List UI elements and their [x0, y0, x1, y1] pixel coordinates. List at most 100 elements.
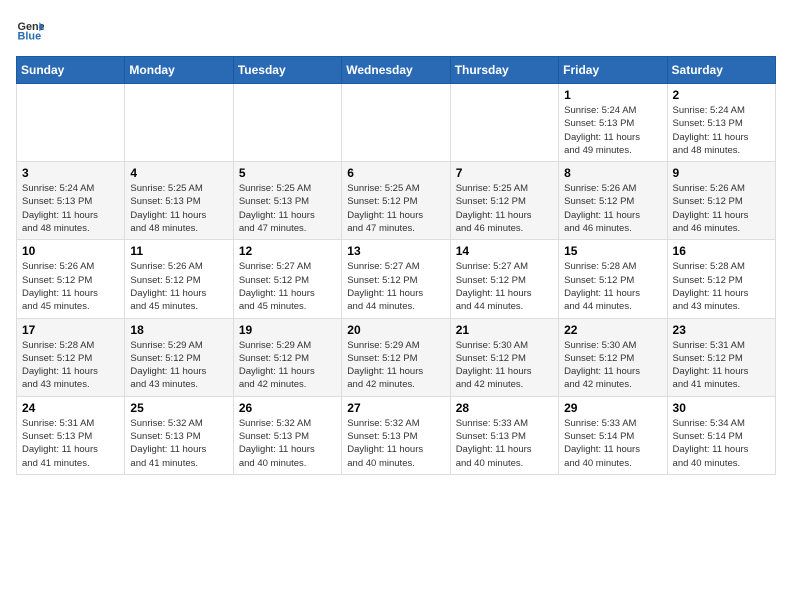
- day-info: Sunrise: 5:25 AMSunset: 5:13 PMDaylight:…: [130, 182, 227, 235]
- calendar-cell: 28Sunrise: 5:33 AMSunset: 5:13 PMDayligh…: [450, 396, 558, 474]
- weekday-header-monday: Monday: [125, 57, 233, 84]
- day-number: 16: [673, 244, 770, 258]
- calendar-cell: 5 Sunrise: 5:25 AMSunset: 5:13 PMDaylight…: [233, 162, 341, 240]
- day-number: 4: [130, 166, 227, 180]
- day-number: 6: [347, 166, 444, 180]
- day-info: Sunrise: 5:26 AMSunset: 5:12 PMDaylight:…: [22, 260, 119, 313]
- day-info: Sunrise: 5:27 AMSunset: 5:12 PMDaylight:…: [456, 260, 553, 313]
- calendar-cell: 22 Sunrise: 5:30 AMSunset: 5:12 PMDayligh…: [559, 318, 667, 396]
- calendar-cell: 24 Sunrise: 5:31 AMSunset: 5:13 PMDayligh…: [17, 396, 125, 474]
- calendar-cell: 27 Sunrise: 5:32 AMSunset: 5:13 PMDayligh…: [342, 396, 450, 474]
- calendar-cell: 21 Sunrise: 5:30 AMSunset: 5:12 PMDayligh…: [450, 318, 558, 396]
- calendar-week-row: 17 Sunrise: 5:28 AMSunset: 5:12 PMDayligh…: [17, 318, 776, 396]
- day-number: 8: [564, 166, 661, 180]
- day-info: Sunrise: 5:25 AMSunset: 5:12 PMDaylight:…: [456, 182, 553, 235]
- calendar-cell: 15 Sunrise: 5:28 AMSunset: 5:12 PMDayligh…: [559, 240, 667, 318]
- calendar-cell: [125, 84, 233, 162]
- logo-icon: General Blue: [16, 16, 44, 44]
- weekday-header-thursday: Thursday: [450, 57, 558, 84]
- day-info: Sunrise: 5:33 AMSunset: 5:13 PMDaylight:…: [456, 417, 553, 470]
- day-number: 15: [564, 244, 661, 258]
- calendar-cell: 7 Sunrise: 5:25 AMSunset: 5:12 PMDaylight…: [450, 162, 558, 240]
- day-info: Sunrise: 5:32 AMSunset: 5:13 PMDaylight:…: [130, 417, 227, 470]
- day-info: Sunrise: 5:32 AMSunset: 5:13 PMDaylight:…: [347, 417, 444, 470]
- day-info: Sunrise: 5:30 AMSunset: 5:12 PMDaylight:…: [456, 339, 553, 392]
- weekday-header-sunday: Sunday: [17, 57, 125, 84]
- day-info: Sunrise: 5:30 AMSunset: 5:12 PMDaylight:…: [564, 339, 661, 392]
- calendar-cell: 17 Sunrise: 5:28 AMSunset: 5:12 PMDayligh…: [17, 318, 125, 396]
- day-number: 30: [673, 401, 770, 415]
- calendar-cell: [17, 84, 125, 162]
- calendar-cell: 29Sunrise: 5:33 AMSunset: 5:14 PMDayligh…: [559, 396, 667, 474]
- day-info: Sunrise: 5:25 AMSunset: 5:13 PMDaylight:…: [239, 182, 336, 235]
- calendar-cell: 3Sunrise: 5:24 AMSunset: 5:13 PMDaylight…: [17, 162, 125, 240]
- day-info: Sunrise: 5:24 AMSunset: 5:13 PMDaylight:…: [564, 104, 661, 157]
- page-header: General Blue: [16, 16, 776, 44]
- day-number: 12: [239, 244, 336, 258]
- weekday-header-wednesday: Wednesday: [342, 57, 450, 84]
- calendar-cell: 1 Sunrise: 5:24 AMSunset: 5:13 PMDaylight…: [559, 84, 667, 162]
- calendar-cell: 25 Sunrise: 5:32 AMSunset: 5:13 PMDayligh…: [125, 396, 233, 474]
- day-number: 14: [456, 244, 553, 258]
- day-number: 10: [22, 244, 119, 258]
- day-number: 13: [347, 244, 444, 258]
- day-number: 17: [22, 323, 119, 337]
- day-number: 5: [239, 166, 336, 180]
- day-info: Sunrise: 5:25 AMSunset: 5:12 PMDaylight:…: [347, 182, 444, 235]
- calendar-cell: 10 Sunrise: 5:26 AMSunset: 5:12 PMDayligh…: [17, 240, 125, 318]
- day-number: 24: [22, 401, 119, 415]
- calendar-cell: 20 Sunrise: 5:29 AMSunset: 5:12 PMDayligh…: [342, 318, 450, 396]
- day-info: Sunrise: 5:26 AMSunset: 5:12 PMDaylight:…: [564, 182, 661, 235]
- day-info: Sunrise: 5:28 AMSunset: 5:12 PMDaylight:…: [564, 260, 661, 313]
- calendar-cell: 19 Sunrise: 5:29 AMSunset: 5:12 PMDayligh…: [233, 318, 341, 396]
- day-number: 7: [456, 166, 553, 180]
- calendar-week-row: 3Sunrise: 5:24 AMSunset: 5:13 PMDaylight…: [17, 162, 776, 240]
- day-number: 25: [130, 401, 227, 415]
- day-info: Sunrise: 5:33 AMSunset: 5:14 PMDaylight:…: [564, 417, 661, 470]
- calendar-cell: 26 Sunrise: 5:32 AMSunset: 5:13 PMDayligh…: [233, 396, 341, 474]
- day-number: 26: [239, 401, 336, 415]
- logo: General Blue: [16, 16, 50, 44]
- calendar-cell: 30 Sunrise: 5:34 AMSunset: 5:14 PMDayligh…: [667, 396, 775, 474]
- day-number: 20: [347, 323, 444, 337]
- day-number: 18: [130, 323, 227, 337]
- day-number: 9: [673, 166, 770, 180]
- day-info: Sunrise: 5:27 AMSunset: 5:12 PMDaylight:…: [347, 260, 444, 313]
- calendar-week-row: 10 Sunrise: 5:26 AMSunset: 5:12 PMDayligh…: [17, 240, 776, 318]
- day-info: Sunrise: 5:32 AMSunset: 5:13 PMDaylight:…: [239, 417, 336, 470]
- calendar-cell: [342, 84, 450, 162]
- weekday-header-saturday: Saturday: [667, 57, 775, 84]
- calendar-cell: [450, 84, 558, 162]
- day-number: 27: [347, 401, 444, 415]
- day-info: Sunrise: 5:28 AMSunset: 5:12 PMDaylight:…: [22, 339, 119, 392]
- day-number: 3: [22, 166, 119, 180]
- calendar-cell: 2 Sunrise: 5:24 AMSunset: 5:13 PMDaylight…: [667, 84, 775, 162]
- day-info: Sunrise: 5:29 AMSunset: 5:12 PMDaylight:…: [130, 339, 227, 392]
- calendar-cell: 11Sunrise: 5:26 AMSunset: 5:12 PMDayligh…: [125, 240, 233, 318]
- day-number: 23: [673, 323, 770, 337]
- day-info: Sunrise: 5:27 AMSunset: 5:12 PMDaylight:…: [239, 260, 336, 313]
- day-number: 11: [130, 244, 227, 258]
- day-number: 1: [564, 88, 661, 102]
- calendar-table: SundayMondayTuesdayWednesdayThursdayFrid…: [16, 56, 776, 475]
- calendar-week-row: 1 Sunrise: 5:24 AMSunset: 5:13 PMDaylight…: [17, 84, 776, 162]
- day-info: Sunrise: 5:29 AMSunset: 5:12 PMDaylight:…: [347, 339, 444, 392]
- day-info: Sunrise: 5:29 AMSunset: 5:12 PMDaylight:…: [239, 339, 336, 392]
- weekday-header-friday: Friday: [559, 57, 667, 84]
- day-info: Sunrise: 5:34 AMSunset: 5:14 PMDaylight:…: [673, 417, 770, 470]
- calendar-cell: 14 Sunrise: 5:27 AMSunset: 5:12 PMDayligh…: [450, 240, 558, 318]
- day-number: 22: [564, 323, 661, 337]
- day-number: 21: [456, 323, 553, 337]
- day-number: 2: [673, 88, 770, 102]
- calendar-cell: 18 Sunrise: 5:29 AMSunset: 5:12 PMDayligh…: [125, 318, 233, 396]
- svg-text:Blue: Blue: [18, 30, 42, 42]
- weekday-header-tuesday: Tuesday: [233, 57, 341, 84]
- day-number: 19: [239, 323, 336, 337]
- day-info: Sunrise: 5:24 AMSunset: 5:13 PMDaylight:…: [673, 104, 770, 157]
- weekday-header-row: SundayMondayTuesdayWednesdayThursdayFrid…: [17, 57, 776, 84]
- calendar-cell: 4 Sunrise: 5:25 AMSunset: 5:13 PMDaylight…: [125, 162, 233, 240]
- day-info: Sunrise: 5:28 AMSunset: 5:12 PMDaylight:…: [673, 260, 770, 313]
- day-info: Sunrise: 5:31 AMSunset: 5:12 PMDaylight:…: [673, 339, 770, 392]
- day-info: Sunrise: 5:31 AMSunset: 5:13 PMDaylight:…: [22, 417, 119, 470]
- calendar-cell: 12 Sunrise: 5:27 AMSunset: 5:12 PMDayligh…: [233, 240, 341, 318]
